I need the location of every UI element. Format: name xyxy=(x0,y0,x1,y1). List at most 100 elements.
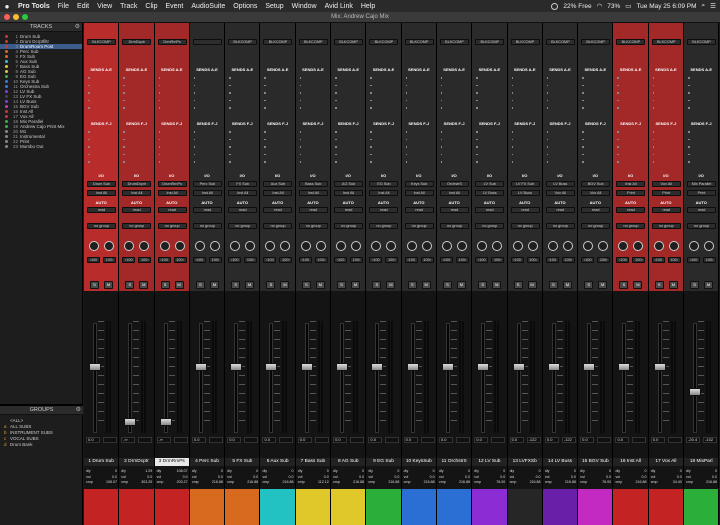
pan-left-value[interactable]: ‹100 xyxy=(157,257,171,263)
send-slots[interactable] xyxy=(299,77,302,115)
insert-slot[interactable]: BLKCOMP xyxy=(369,39,399,45)
fader-cap[interactable] xyxy=(89,363,101,371)
send-slots[interactable] xyxy=(652,131,655,169)
automation-mode[interactable]: read xyxy=(404,207,434,213)
automation-mode[interactable]: read xyxy=(475,207,505,213)
pan-right-value[interactable]: 100› xyxy=(667,257,681,263)
menu-clip[interactable]: Clip xyxy=(141,3,161,10)
pan-right-knob[interactable] xyxy=(209,241,220,251)
automation-mode[interactable]: read xyxy=(298,207,328,213)
solo-button[interactable]: S xyxy=(548,281,558,289)
output-selector[interactable]: Inst All xyxy=(157,190,187,196)
solo-button[interactable]: S xyxy=(442,281,452,289)
fader-track[interactable] xyxy=(516,323,521,433)
tracks-options-icon[interactable]: ⚙ xyxy=(75,23,80,32)
insert-slot[interactable]: BLKCOMP xyxy=(334,39,364,45)
solo-button[interactable]: S xyxy=(407,281,417,289)
menu-view[interactable]: View xyxy=(93,3,116,10)
send-slots[interactable] xyxy=(582,131,584,169)
send-slots[interactable] xyxy=(476,77,478,115)
pan-right-knob[interactable] xyxy=(456,241,467,251)
solo-button[interactable]: S xyxy=(337,281,347,289)
group-selector[interactable]: no group xyxy=(192,223,222,229)
fader-track[interactable] xyxy=(481,323,486,433)
insert-slot[interactable]: BLKCOMP xyxy=(404,39,434,45)
fader-track[interactable] xyxy=(410,323,415,433)
input-selector[interactable]: BGV Sub xyxy=(581,181,611,187)
pan-left-knob[interactable] xyxy=(583,241,594,251)
pan-right-knob[interactable] xyxy=(386,241,397,251)
output-selector[interactable]: LV Buss xyxy=(510,190,540,196)
menu-window[interactable]: Window xyxy=(288,3,321,10)
mute-button[interactable]: M xyxy=(633,281,643,289)
mute-button[interactable]: M xyxy=(598,281,608,289)
mute-button[interactable]: M xyxy=(456,281,466,289)
mute-button[interactable]: M xyxy=(386,281,396,289)
peak-readout[interactable] xyxy=(138,437,153,443)
track-list-item[interactable]: 23 Mumbo Out xyxy=(0,144,82,149)
output-selector[interactable]: Inst All xyxy=(192,190,222,196)
automation-mode[interactable]: read xyxy=(687,207,717,213)
volume-readout[interactable]: -∞ xyxy=(121,437,136,443)
fader-track[interactable] xyxy=(269,323,274,433)
send-slots[interactable] xyxy=(335,77,337,115)
peak-readout[interactable] xyxy=(385,437,400,443)
input-selector[interactable]: Drum Sub xyxy=(87,181,116,187)
track-name-button[interactable]: 10 KeysSub xyxy=(401,458,436,466)
group-list-item[interactable]: d Drum Bank xyxy=(0,441,83,447)
pan-left-knob[interactable] xyxy=(300,241,311,251)
mute-button[interactable]: M xyxy=(245,281,255,289)
send-slots[interactable] xyxy=(88,77,90,115)
peak-readout[interactable] xyxy=(597,437,612,443)
pan-right-knob[interactable] xyxy=(139,241,150,251)
automation-mode[interactable]: read xyxy=(369,207,399,213)
menu-avid-link[interactable]: Avid Link xyxy=(321,3,357,10)
fader-cap[interactable] xyxy=(689,388,702,396)
output-selector[interactable]: Inst All xyxy=(263,190,293,196)
apple-icon[interactable]: ● xyxy=(0,2,14,11)
pan-right-knob[interactable] xyxy=(245,241,256,251)
pan-left-knob[interactable] xyxy=(441,241,452,251)
output-selector[interactable]: Inst All xyxy=(87,190,116,196)
pan-left-value[interactable]: ‹100 xyxy=(687,257,701,263)
fader-cap[interactable] xyxy=(336,363,349,371)
peak-readout[interactable] xyxy=(632,437,647,443)
output-selector[interactable]: Inst All xyxy=(369,190,399,196)
mute-button[interactable]: M xyxy=(104,281,113,289)
volume-readout[interactable]: 0.0 xyxy=(580,437,595,443)
solo-button[interactable]: S xyxy=(231,281,241,289)
insert-slot[interactable]: BLKCOMP xyxy=(228,39,258,45)
fader-track[interactable] xyxy=(340,323,345,433)
fader-track[interactable] xyxy=(128,323,133,433)
insert-slot[interactable]: BLKCOMP xyxy=(545,39,575,45)
pan-left-value[interactable]: ‹100 xyxy=(192,257,206,263)
output-selector[interactable]: Print xyxy=(616,190,646,196)
group-selector[interactable]: no group xyxy=(87,223,116,229)
automation-mode[interactable]: read xyxy=(157,207,187,213)
menu-event[interactable]: Event xyxy=(161,3,187,10)
track-color-bar[interactable] xyxy=(84,489,119,525)
peak-readout[interactable] xyxy=(173,437,188,443)
peak-readout[interactable]: -122 xyxy=(526,437,541,443)
pan-left-knob[interactable] xyxy=(89,241,99,251)
pan-left-value[interactable]: ‹100 xyxy=(616,257,630,263)
input-selector[interactable]: DrumRmPs xyxy=(157,181,187,187)
pan-right-knob[interactable] xyxy=(598,241,609,251)
track-name-button[interactable]: 18 MixParl xyxy=(684,458,719,466)
input-selector[interactable]: Aux Sub xyxy=(263,181,293,187)
output-selector[interactable]: Inst All xyxy=(334,190,364,196)
group-selector[interactable]: no group xyxy=(616,223,646,229)
fader-cap[interactable] xyxy=(371,363,384,371)
output-selector[interactable]: Print xyxy=(687,190,717,196)
fader-track[interactable] xyxy=(93,323,97,433)
automation-mode[interactable]: read xyxy=(510,207,540,213)
send-slots[interactable] xyxy=(511,77,514,115)
track-name-button[interactable]: 12 LV Sub xyxy=(472,458,507,466)
insert-slot[interactable]: BLKCOMP xyxy=(651,39,681,45)
pan-right-knob[interactable] xyxy=(527,241,538,251)
volume-readout[interactable]: 0.0 xyxy=(368,437,383,443)
automation-mode[interactable]: read xyxy=(581,207,611,213)
menu-options[interactable]: Options xyxy=(229,3,261,10)
insert-slot[interactable]: BLKCOMP xyxy=(439,39,469,45)
group-selector[interactable]: no group xyxy=(263,223,293,229)
